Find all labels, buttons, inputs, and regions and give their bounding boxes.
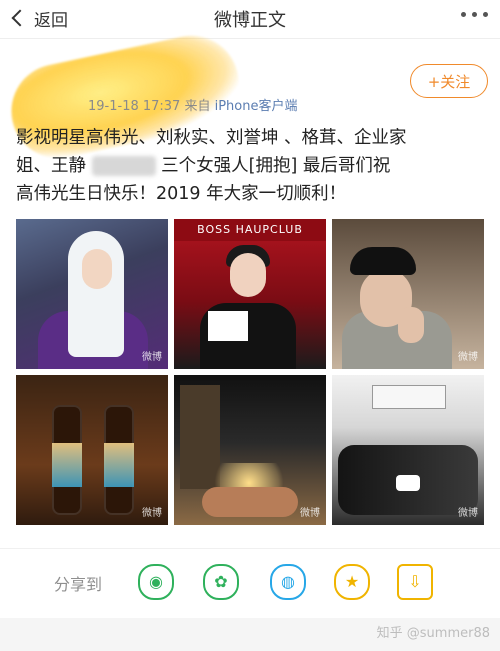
wechat-icon[interactable]: ◉ [138, 564, 174, 600]
top-navigation-bar: 返回 微博正文 [0, 0, 500, 39]
calligraphy-sign [372, 385, 446, 409]
image-watermark: 微博 [142, 352, 162, 363]
image-tile-2[interactable]: BOSS HAUPCLUB [174, 219, 326, 369]
save-image-icon[interactable]: ⇩ [397, 564, 433, 600]
post-source[interactable]: iPhone客户端 [215, 99, 298, 114]
cake-shape [202, 487, 298, 517]
bottom-bar: 知乎 @summer88 [0, 618, 500, 651]
post-meta: 19-1-18 17:37 来自 iPhone客户端 [88, 95, 298, 114]
cake-shape [396, 475, 420, 491]
qzone-icon[interactable]: ★ [334, 564, 370, 600]
post-line-2: 姐、王静 三个女强人[拥抱] 最后哥们祝 [16, 152, 486, 180]
image-watermark: 微博 [458, 352, 478, 363]
image-tile-6[interactable]: 微博 [332, 375, 484, 525]
image-watermark: 微博 [142, 508, 162, 519]
event-banner: BOSS HAUPCLUB [174, 219, 326, 241]
face-shape [82, 249, 112, 289]
post-time-and-source-prefix: 19-1-18 17:37 来自 [88, 99, 211, 114]
hand-gesture-shape [398, 307, 424, 343]
card-shape [208, 311, 248, 341]
image-watermark: 微博 [458, 508, 478, 519]
share-label: 分享到 [54, 575, 103, 594]
moments-icon[interactable]: ✿ [203, 564, 239, 600]
cap-shape [350, 247, 416, 275]
image-tile-3[interactable]: 微博 [332, 219, 484, 369]
share-bar: 分享到 ◉ ✿ ◍ ★ ⇩ [0, 548, 500, 619]
face-shape [230, 253, 266, 297]
image-tile-1[interactable]: 微博 [16, 219, 168, 369]
bottle-label [52, 443, 82, 487]
post-text: 影视明星高伟光、刘秋实、刘誉坤 、格茸、企业家 姐、王静 三个女强人[拥抱] 最… [16, 124, 486, 208]
star-glyph: ★ [344, 572, 360, 591]
more-dot [472, 12, 477, 17]
follow-button[interactable]: +关注 [410, 64, 488, 98]
more-dot [461, 12, 466, 17]
qq-icon[interactable]: ◍ [270, 564, 306, 600]
post-line-2-end: 三个女强人[拥抱] 最后哥们祝 [161, 156, 391, 176]
image-tile-5[interactable]: 微博 [174, 375, 326, 525]
post-line-2-start: 姐、王静 [16, 156, 86, 176]
qq-glyph: ◍ [281, 572, 295, 591]
more-options-icon[interactable] [461, 12, 488, 17]
redacted-name [91, 156, 156, 176]
follow-label: +关注 [427, 72, 471, 91]
image-watermark: 微博 [300, 508, 320, 519]
more-dot [483, 12, 488, 17]
wechat-glyph: ◉ [149, 572, 163, 591]
zhihu-watermark: 知乎 @summer88 [376, 626, 490, 641]
image-tile-4[interactable]: 微博 [16, 375, 168, 525]
moments-glyph: ✿ [214, 572, 228, 591]
page-title: 微博正文 [214, 10, 286, 31]
post-line-3: 高伟光生日快乐！2019 年大家一切顺利！ [16, 184, 347, 204]
bottle-label [104, 443, 134, 487]
post-line-1: 影视明星高伟光、刘秋实、刘誉坤 、格茸、企业家 [16, 128, 407, 148]
post-header: 19-1-18 17:37 来自 iPhone客户端 +关注 [0, 27, 500, 167]
image-download-glyph: ⇩ [408, 572, 422, 591]
image-grid: 微博 BOSS HAUPCLUB 微博 微博 微博 微博 [16, 219, 484, 529]
